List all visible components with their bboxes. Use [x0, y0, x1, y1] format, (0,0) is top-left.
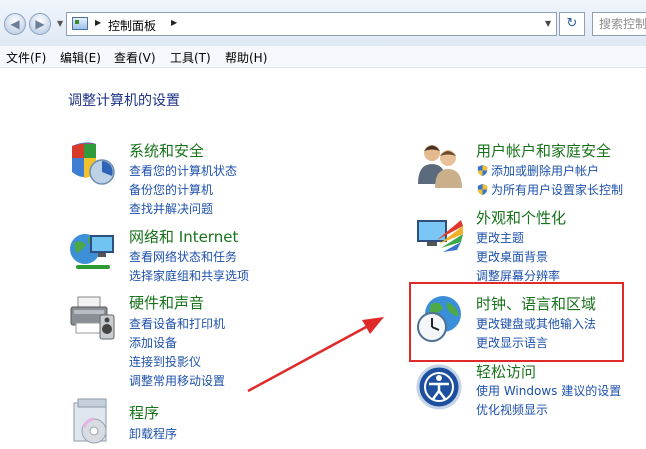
link-devices-printers[interactable]: 查看设备和打印机	[129, 315, 225, 332]
link-change-desktop-background[interactable]: 更改桌面背景	[476, 248, 548, 265]
link-optimize-video-display[interactable]: 优化视频显示	[476, 401, 548, 418]
link-label: 为所有用户设置家长控制	[491, 183, 624, 197]
ease-of-access-icon[interactable]	[415, 363, 465, 413]
uac-shield-icon	[477, 183, 488, 196]
refresh-button[interactable]: ↻	[559, 12, 585, 36]
programs-icon[interactable]	[68, 397, 118, 447]
highlight-box	[409, 282, 624, 362]
recent-pages-dropdown-icon[interactable]: ▼	[57, 19, 63, 28]
breadcrumb-arrow-icon[interactable]: ▶	[95, 18, 101, 27]
category-user-accounts[interactable]: 用户帐户和家庭安全	[476, 140, 611, 161]
page-title: 调整计算机的设置	[68, 93, 180, 109]
link-add-remove-accounts[interactable]: 添加或删除用户帐户	[476, 162, 599, 179]
link-view-network-status[interactable]: 查看网络状态和任务	[129, 248, 237, 265]
appearance-personalization-icon[interactable]	[415, 210, 465, 260]
address-bar-area: ◀ ▶ ▼ ▶ 控制面板 ▶ ▼ ↻ 搜索控制面板	[0, 0, 646, 46]
link-label: 添加或删除用户帐户	[491, 164, 600, 178]
refresh-icon: ↻	[566, 16, 578, 31]
link-backup-computer[interactable]: 备份您的计算机	[129, 181, 213, 198]
category-ease-of-access[interactable]: 轻松访问	[476, 361, 536, 382]
search-input[interactable]: 搜索控制面板	[592, 12, 646, 36]
link-view-computer-status[interactable]: 查看您的计算机状态	[129, 162, 237, 179]
control-panel-icon	[72, 17, 88, 30]
breadcrumb-arrow-icon[interactable]: ▶	[171, 18, 177, 27]
link-homegroup-sharing[interactable]: 选择家庭组和共享选项	[129, 267, 249, 284]
user-accounts-icon[interactable]	[415, 140, 465, 190]
menu-file[interactable]: 文件(F)	[6, 49, 46, 66]
address-dropdown-icon[interactable]: ▼	[545, 19, 551, 28]
category-network-internet[interactable]: 网络和 Internet	[129, 226, 238, 247]
category-programs[interactable]: 程序	[129, 402, 159, 423]
category-appearance[interactable]: 外观和个性化	[476, 207, 566, 228]
menu-view[interactable]: 查看(V)	[114, 49, 156, 66]
category-system-security[interactable]: 系统和安全	[129, 140, 204, 161]
link-windows-recommended-settings[interactable]: 使用 Windows 建议的设置	[476, 382, 621, 399]
link-mobility-settings[interactable]: 调整常用移动设置	[129, 372, 225, 389]
category-hardware-sound[interactable]: 硬件和声音	[129, 292, 204, 313]
link-uninstall-program[interactable]: 卸载程序	[129, 425, 177, 442]
address-box[interactable]: ▶ 控制面板 ▶ ▼	[66, 12, 557, 36]
menu-bar: 文件(F) 编辑(E) 查看(V) 工具(T) 帮助(H)	[0, 46, 646, 68]
uac-shield-icon	[477, 164, 488, 177]
network-internet-icon[interactable]	[68, 225, 118, 275]
link-parental-controls[interactable]: 为所有用户设置家长控制	[476, 181, 623, 198]
breadcrumb-control-panel[interactable]: 控制面板	[108, 17, 156, 34]
menu-tools[interactable]: 工具(T)	[170, 49, 211, 66]
link-add-device[interactable]: 添加设备	[129, 334, 177, 351]
menu-edit[interactable]: 编辑(E)	[60, 49, 101, 66]
hardware-sound-icon[interactable]	[68, 293, 118, 343]
link-connect-projector[interactable]: 连接到投影仪	[129, 353, 201, 370]
back-button[interactable]: ◀	[4, 13, 26, 35]
menu-help[interactable]: 帮助(H)	[225, 49, 267, 66]
system-security-icon[interactable]	[68, 138, 118, 188]
forward-button[interactable]: ▶	[29, 13, 51, 35]
link-change-theme[interactable]: 更改主题	[476, 229, 524, 246]
link-troubleshoot[interactable]: 查找并解决问题	[129, 200, 213, 217]
